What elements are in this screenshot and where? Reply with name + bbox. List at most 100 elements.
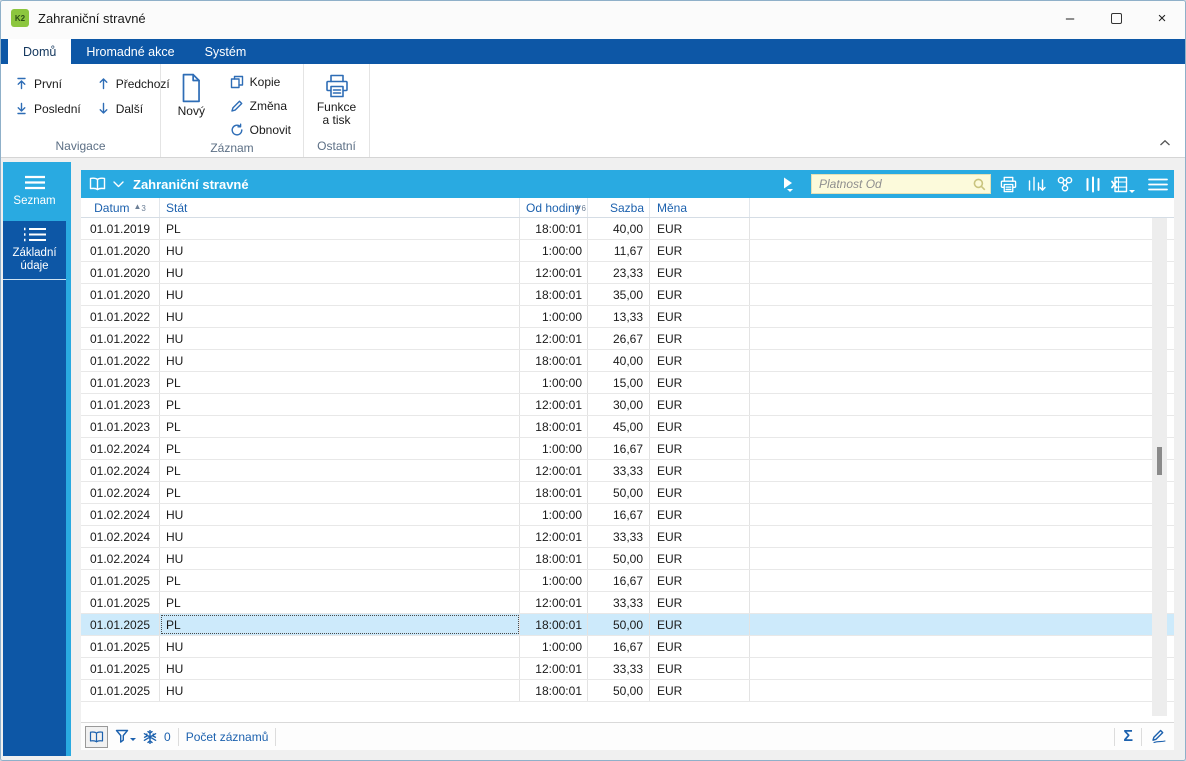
- cell-sazba[interactable]: 11,67: [588, 240, 650, 261]
- cell-od-hodiny[interactable]: 1:00:00: [520, 504, 588, 525]
- table-row[interactable]: 01.01.2020HU1:00:0011,67EUR: [81, 240, 1174, 262]
- table-row[interactable]: 01.01.2025HU18:00:0150,00EUR: [81, 680, 1174, 702]
- cell-mena[interactable]: EUR: [650, 592, 750, 613]
- quick-edit-button[interactable]: [1150, 729, 1166, 744]
- column-header-mena[interactable]: Měna: [650, 198, 750, 217]
- cell-mena[interactable]: EUR: [650, 460, 750, 481]
- chart-button[interactable]: [1026, 173, 1047, 195]
- vertical-scrollbar[interactable]: [1152, 218, 1167, 716]
- cell-od-hodiny[interactable]: 18:00:01: [520, 680, 588, 701]
- cell-sazba[interactable]: 13,33: [588, 306, 650, 327]
- cell-od-hodiny[interactable]: 18:00:01: [520, 218, 588, 239]
- cell-datum[interactable]: 01.02.2024: [81, 482, 160, 503]
- tab-system[interactable]: Systém: [190, 39, 262, 64]
- table-row[interactable]: 01.02.2024HU12:00:0133,33EUR: [81, 526, 1174, 548]
- cell-datum[interactable]: 01.01.2025: [81, 680, 160, 701]
- cell-stat[interactable]: HU: [160, 240, 520, 261]
- cell-sazba[interactable]: 30,00: [588, 394, 650, 415]
- functions-print-button[interactable]: Funkce a tisk: [307, 69, 367, 139]
- cell-od-hodiny[interactable]: 1:00:00: [520, 570, 588, 591]
- table-row[interactable]: 01.02.2024HU1:00:0016,67EUR: [81, 504, 1174, 526]
- cell-stat[interactable]: HU: [160, 636, 520, 657]
- table-row[interactable]: 01.01.2023PL18:00:0145,00EUR: [81, 416, 1174, 438]
- cell-sazba[interactable]: 15,00: [588, 372, 650, 393]
- close-button[interactable]: ×: [1139, 1, 1185, 35]
- table-row[interactable]: 01.02.2024PL12:00:0133,33EUR: [81, 460, 1174, 482]
- cell-mena[interactable]: EUR: [650, 416, 750, 437]
- cell-stat[interactable]: PL: [160, 416, 520, 437]
- cell-sazba[interactable]: 50,00: [588, 482, 650, 503]
- cell-stat[interactable]: PL: [160, 218, 520, 239]
- cell-od-hodiny[interactable]: 18:00:01: [520, 350, 588, 371]
- cell-mena[interactable]: EUR: [650, 262, 750, 283]
- cell-sazba[interactable]: 16,67: [588, 570, 650, 591]
- table-row[interactable]: 01.01.2025HU12:00:0133,33EUR: [81, 658, 1174, 680]
- search-input[interactable]: [819, 177, 973, 191]
- cell-mena[interactable]: EUR: [650, 438, 750, 459]
- cell-sazba[interactable]: 33,33: [588, 460, 650, 481]
- print-button[interactable]: [998, 173, 1019, 195]
- cell-stat[interactable]: PL: [160, 394, 520, 415]
- cell-mena[interactable]: EUR: [650, 306, 750, 327]
- cell-datum[interactable]: 01.02.2024: [81, 526, 160, 547]
- cell-mena[interactable]: EUR: [650, 526, 750, 547]
- filter-button[interactable]: [115, 729, 136, 744]
- cell-sazba[interactable]: 33,33: [588, 592, 650, 613]
- relations-button[interactable]: [1054, 173, 1075, 195]
- panel-menu-button[interactable]: [1147, 173, 1168, 195]
- new-button[interactable]: Nový: [169, 69, 214, 141]
- cell-od-hodiny[interactable]: 18:00:01: [520, 284, 588, 305]
- cell-od-hodiny[interactable]: 18:00:01: [520, 548, 588, 569]
- cell-stat[interactable]: HU: [160, 526, 520, 547]
- cell-mena[interactable]: EUR: [650, 218, 750, 239]
- cell-datum[interactable]: 01.01.2025: [81, 658, 160, 679]
- cell-od-hodiny[interactable]: 12:00:01: [520, 592, 588, 613]
- excel-export-button[interactable]: [1110, 173, 1135, 195]
- cell-sazba[interactable]: 50,00: [588, 548, 650, 569]
- cell-sazba[interactable]: 26,67: [588, 328, 650, 349]
- cell-datum[interactable]: 01.01.2022: [81, 306, 160, 327]
- cell-od-hodiny[interactable]: 12:00:01: [520, 658, 588, 679]
- cell-sazba[interactable]: 16,67: [588, 504, 650, 525]
- run-filter-button[interactable]: [783, 173, 804, 195]
- book-icon[interactable]: [89, 177, 106, 191]
- cell-datum[interactable]: 01.01.2023: [81, 372, 160, 393]
- table-row[interactable]: 01.01.2020HU12:00:0123,33EUR: [81, 262, 1174, 284]
- cell-mena[interactable]: EUR: [650, 350, 750, 371]
- cell-sazba[interactable]: 23,33: [588, 262, 650, 283]
- cell-stat[interactable]: HU: [160, 306, 520, 327]
- cell-stat[interactable]: HU: [160, 548, 520, 569]
- cell-sazba[interactable]: 16,67: [588, 438, 650, 459]
- cell-datum[interactable]: 01.01.2025: [81, 614, 160, 635]
- cell-stat[interactable]: PL: [160, 570, 520, 591]
- cell-mena[interactable]: EUR: [650, 680, 750, 701]
- cell-sazba[interactable]: 40,00: [588, 218, 650, 239]
- cell-sazba[interactable]: 33,33: [588, 658, 650, 679]
- table-row[interactable]: 01.01.2023PL1:00:0015,00EUR: [81, 372, 1174, 394]
- edit-button[interactable]: Změna: [224, 94, 297, 117]
- last-button[interactable]: Poslední: [9, 97, 87, 120]
- cell-stat[interactable]: HU: [160, 680, 520, 701]
- cell-sazba[interactable]: 16,67: [588, 636, 650, 657]
- column-header-stat[interactable]: Stát: [160, 198, 520, 217]
- column-header-datum[interactable]: Datum ▲3: [81, 198, 160, 217]
- table-row[interactable]: 01.01.2020HU18:00:0135,00EUR: [81, 284, 1174, 306]
- cell-datum[interactable]: 01.01.2020: [81, 262, 160, 283]
- cell-stat[interactable]: PL: [160, 372, 520, 393]
- cell-od-hodiny[interactable]: 12:00:01: [520, 262, 588, 283]
- tab-hromadne-akce[interactable]: Hromadné akce: [71, 39, 189, 64]
- cell-od-hodiny[interactable]: 18:00:01: [520, 416, 588, 437]
- cell-od-hodiny[interactable]: 1:00:00: [520, 438, 588, 459]
- refresh-button[interactable]: Obnovit: [224, 118, 297, 141]
- cell-od-hodiny[interactable]: 12:00:01: [520, 526, 588, 547]
- search-box[interactable]: [811, 174, 991, 194]
- table-row[interactable]: 01.01.2022HU1:00:0013,33EUR: [81, 306, 1174, 328]
- cell-datum[interactable]: 01.02.2024: [81, 504, 160, 525]
- table-row[interactable]: 01.01.2025PL1:00:0016,67EUR: [81, 570, 1174, 592]
- cell-stat[interactable]: HU: [160, 350, 520, 371]
- cell-od-hodiny[interactable]: 12:00:01: [520, 394, 588, 415]
- cell-mena[interactable]: EUR: [650, 240, 750, 261]
- cell-datum[interactable]: 01.01.2025: [81, 592, 160, 613]
- cell-sazba[interactable]: 40,00: [588, 350, 650, 371]
- cell-mena[interactable]: EUR: [650, 548, 750, 569]
